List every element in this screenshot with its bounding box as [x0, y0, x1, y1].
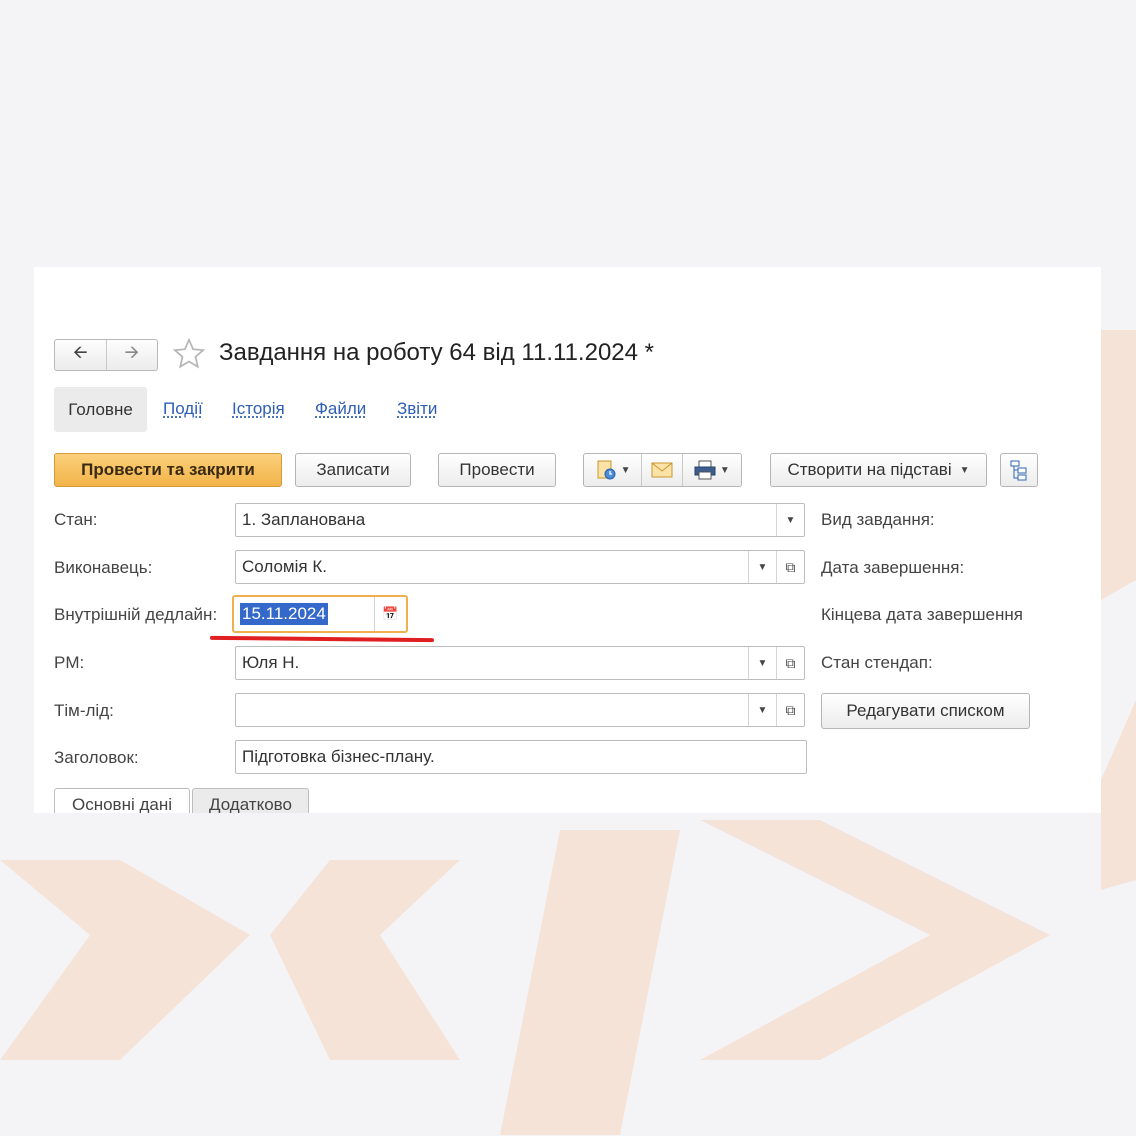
structure-button[interactable]: [1000, 453, 1038, 487]
open-link-icon[interactable]: ⧉: [776, 694, 804, 726]
chevron-shape: [0, 860, 250, 1060]
open-link-icon[interactable]: ⧉: [776, 551, 804, 583]
post-and-close-button[interactable]: Провести та закрити: [54, 453, 282, 487]
pm-field[interactable]: Юля Н. ▼ ⧉: [235, 646, 805, 680]
completion-date-label: Дата завершення:: [821, 558, 965, 577]
open-link-icon[interactable]: ⧉: [776, 647, 804, 679]
final-completion-date-label: Кінцева дата завершення: [821, 605, 1023, 624]
chevron-shape: [700, 820, 1050, 1060]
pm-label: PM:: [54, 653, 85, 672]
task-type-label: Вид завдання:: [821, 510, 935, 529]
edit-list-button[interactable]: Редагувати списком: [821, 693, 1030, 729]
print-menu-button[interactable]: ▼: [681, 454, 741, 486]
actions-button-group: ▼ ▼: [583, 453, 742, 487]
slash-shape: [500, 830, 680, 1135]
chevron-shape: [270, 860, 460, 1060]
assignee-label: Виконавець:: [54, 558, 153, 577]
chevron-down-icon: ▼: [620, 464, 631, 476]
internal-deadline-label: Внутрішній дедлайн:: [54, 605, 218, 624]
structure-icon: [1010, 460, 1027, 481]
tab-main[interactable]: Головне: [54, 387, 147, 432]
standup-state-label: Стан стендап:: [821, 653, 933, 672]
chevron-down-icon[interactable]: ▼: [748, 647, 776, 679]
post-button[interactable]: Провести: [438, 453, 556, 487]
heading-field[interactable]: Підготовка бізнес-плану.: [235, 740, 807, 774]
pm-value: Юля Н.: [242, 653, 300, 672]
forward-button[interactable]: 🡪: [105, 340, 158, 370]
internal-deadline-field[interactable]: 15.11.2024 📅: [232, 595, 408, 633]
page-title: Завдання на роботу 64 від 11.11.2024 *: [219, 339, 654, 366]
document-clock-icon: [597, 460, 616, 480]
chevron-shape: [1101, 330, 1136, 600]
heading-label: Заголовок:: [54, 748, 139, 767]
arrow-right-icon: 🡪: [124, 342, 140, 362]
save-button[interactable]: Записати: [295, 453, 411, 487]
tab-history[interactable]: Історія: [232, 399, 285, 419]
create-based-on-button[interactable]: Створити на підставі ▼: [770, 453, 987, 487]
favorite-star-icon[interactable]: [172, 337, 206, 371]
back-button[interactable]: 🡨: [55, 340, 106, 370]
state-value: 1. Запланована: [242, 510, 366, 529]
state-field[interactable]: 1. Запланована ▼: [235, 503, 805, 537]
tab-events[interactable]: Події: [163, 399, 203, 419]
chevron-down-icon: ▼: [959, 464, 970, 476]
assignee-field[interactable]: Соломія К. ▼ ⧉: [235, 550, 805, 584]
document-window: 🡨 🡪 Завдання на роботу 64 від 11.11.2024…: [34, 267, 1101, 813]
internal-deadline-value: 15.11.2024: [240, 603, 328, 625]
chevron-down-icon[interactable]: ▼: [748, 694, 776, 726]
chevron-down-icon: ▼: [719, 464, 730, 476]
arrow-left-icon: 🡨: [72, 342, 88, 362]
tab-additional[interactable]: Додатково: [192, 788, 309, 813]
assignee-value: Соломія К.: [242, 557, 327, 576]
chevron-down-icon[interactable]: ▼: [776, 504, 804, 536]
chevron-down-icon[interactable]: ▼: [748, 551, 776, 583]
print-icon: [694, 460, 716, 480]
team-lead-label: Тім-лід:: [54, 701, 114, 720]
tab-reports[interactable]: Звіти: [397, 399, 437, 419]
mail-icon: [651, 462, 673, 478]
mail-button[interactable]: [641, 454, 681, 486]
tab-files[interactable]: Файли: [315, 399, 366, 419]
calendar-icon[interactable]: 📅: [374, 597, 406, 631]
document-menu-button[interactable]: ▼: [584, 454, 641, 486]
tab-main-data[interactable]: Основні дані: [54, 788, 190, 813]
create-based-on-label: Створити на підставі: [787, 460, 952, 479]
heading-value: Підготовка бізнес-плану.: [242, 747, 435, 766]
annotation-underline: [209, 635, 435, 643]
state-label: Стан:: [54, 510, 98, 529]
team-lead-field[interactable]: ▼ ⧉: [235, 693, 805, 727]
slash-shape: [1101, 700, 1136, 890]
nav-buttons: 🡨 🡪: [54, 339, 158, 371]
